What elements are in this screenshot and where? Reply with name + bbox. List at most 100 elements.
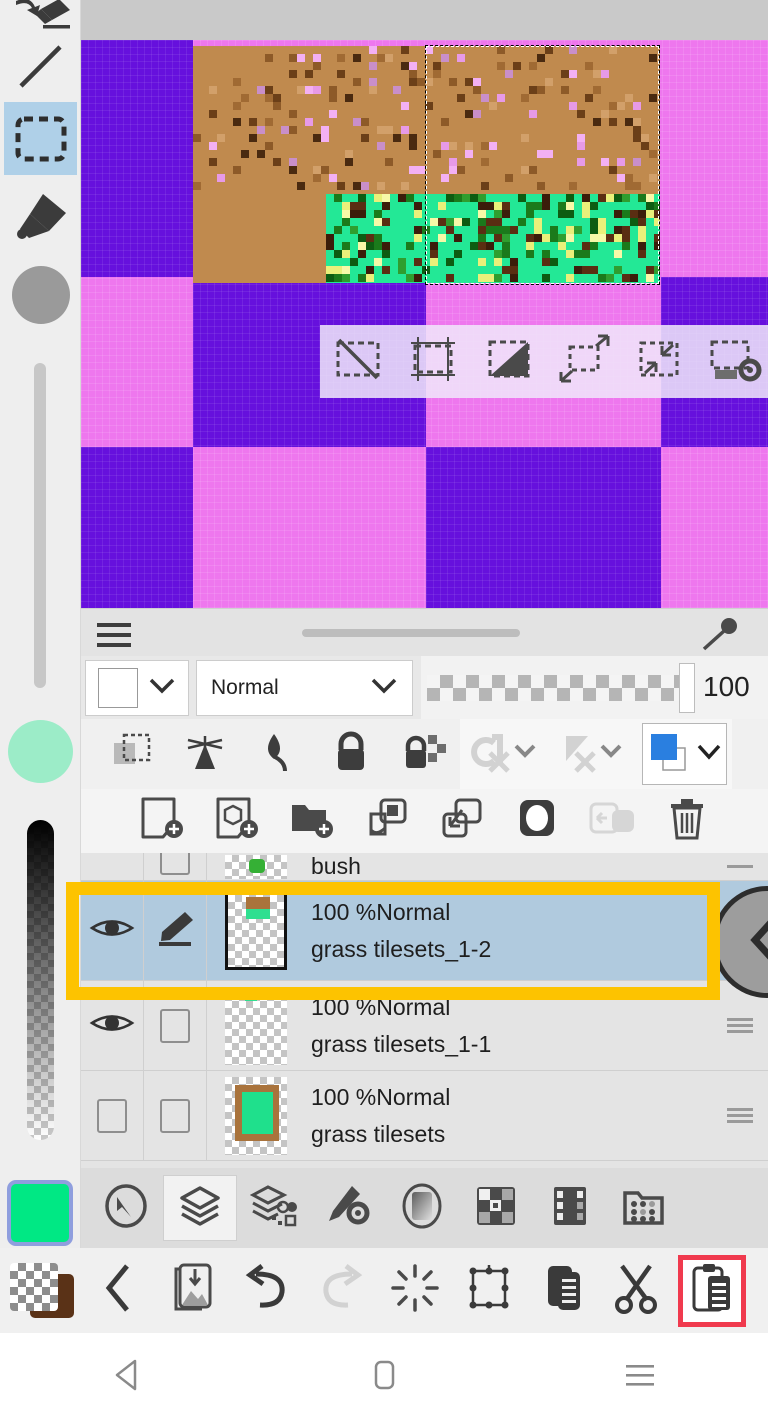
sidebar-item-marker-tool[interactable] — [4, 180, 77, 253]
blend-mode-select[interactable]: Normal — [196, 660, 413, 716]
layer-mask-button[interactable] — [500, 789, 575, 853]
layer-action-row — [81, 789, 768, 853]
opacity-control[interactable]: 100 — [421, 656, 768, 719]
layer-visibility-toggle[interactable] — [81, 881, 144, 980]
layers-effects-icon — [249, 1183, 298, 1234]
lock-icon — [330, 731, 372, 778]
layer-thumbnail[interactable] — [207, 881, 305, 980]
dashed-box-gear-icon — [707, 334, 765, 389]
layer-thumbnail[interactable] — [207, 981, 305, 1070]
layer-property-row — [81, 719, 768, 789]
clipping-button[interactable] — [95, 719, 168, 789]
invert-selection-button[interactable] — [471, 325, 547, 398]
spinner-button[interactable] — [378, 1248, 452, 1333]
opacity-slider-track[interactable] — [427, 675, 682, 701]
nav-home-button[interactable] — [324, 1333, 444, 1421]
tab-gallery[interactable] — [607, 1175, 681, 1241]
drawing-canvas[interactable] — [81, 0, 768, 608]
opacity-gradient-slider[interactable] — [27, 820, 54, 1140]
ruler-x-chevron-icon — [556, 731, 628, 778]
foreground-color-swatch[interactable] — [10, 1263, 58, 1311]
layer-drag-grip[interactable] — [712, 1071, 768, 1160]
layer-list[interactable]: bush 100 %Normal grass tilesets_1-2 100 … — [81, 853, 768, 1193]
layer-thumbnail[interactable] — [207, 853, 305, 880]
lock-layer-button[interactable] — [314, 719, 387, 789]
table-row[interactable]: 100 %Normal grass tilesets — [81, 1071, 768, 1161]
save-image-button[interactable] — [156, 1248, 230, 1333]
eyedropper-icon[interactable] — [698, 617, 742, 658]
layer-visibility-toggle[interactable] — [81, 853, 144, 880]
delete-layer-button[interactable] — [650, 789, 725, 853]
tab-layer-effects[interactable] — [237, 1175, 311, 1241]
table-row[interactable]: 100 %Normal grass tilesets_1-1 — [81, 981, 768, 1071]
panel-drag-handle[interactable] — [302, 629, 520, 637]
nav-recents-button[interactable] — [580, 1333, 700, 1421]
nav-back-button[interactable] — [68, 1333, 188, 1421]
tab-brush-settings[interactable] — [311, 1175, 385, 1241]
paste-button[interactable] — [678, 1254, 746, 1327]
layer-lock-toggle[interactable] — [144, 981, 207, 1070]
blend-mode-label: Normal — [211, 676, 279, 699]
add-folder-button[interactable] — [275, 789, 350, 853]
layer-visibility-toggle[interactable] — [81, 981, 144, 1070]
color-pair-swatch[interactable] — [0, 1248, 82, 1333]
layer-edit-indicator[interactable] — [144, 881, 207, 980]
copy-icon — [540, 1262, 586, 1319]
table-row[interactable]: bush — [81, 853, 768, 881]
canvas-checkerboard — [81, 40, 768, 608]
brush-size-preview[interactable] — [8, 720, 73, 783]
add-3d-layer-button[interactable] — [200, 789, 275, 853]
expand-selection-button[interactable] — [547, 325, 623, 398]
tab-filters[interactable] — [385, 1175, 459, 1241]
layer-merge-icon — [438, 796, 486, 847]
layer-color-select[interactable] — [85, 660, 189, 716]
tab-materials[interactable] — [459, 1175, 533, 1241]
selection-toolbar — [320, 325, 768, 398]
triangle-left-icon — [111, 1357, 145, 1398]
shrink-selection-button[interactable] — [622, 325, 698, 398]
checker-grid-icon — [473, 1183, 519, 1234]
ruler-off-button[interactable] — [548, 719, 636, 789]
transform-button[interactable] — [452, 1248, 526, 1333]
table-row[interactable]: 100 %Normal grass tilesets_1-2 — [81, 881, 768, 981]
add-layer-button[interactable] — [125, 789, 200, 853]
import-layer-button[interactable] — [575, 789, 650, 853]
undo-button[interactable] — [230, 1248, 304, 1333]
sidebar-item-selection-tool[interactable] — [4, 102, 77, 175]
draw-tool-button[interactable] — [241, 719, 314, 789]
layer-color-button[interactable] — [636, 719, 732, 789]
layer-name: grass tilesets_1-2 — [311, 935, 492, 962]
blue-square-chevron-icon — [646, 728, 694, 781]
layer-thumbnail[interactable] — [207, 1071, 305, 1160]
sidebar-item-brush-preview[interactable] — [4, 258, 77, 331]
layer-lock-toggle[interactable] — [144, 1071, 207, 1160]
cut-button[interactable] — [600, 1248, 674, 1333]
opacity-slider-thumb[interactable] — [679, 663, 695, 713]
layer-visibility-toggle[interactable] — [81, 1071, 144, 1160]
select-all-button[interactable] — [396, 325, 472, 398]
back-button[interactable] — [82, 1248, 156, 1333]
copy-button[interactable] — [526, 1248, 600, 1333]
selection-mask-button[interactable] — [460, 719, 548, 789]
selection-settings-button[interactable] — [698, 325, 768, 398]
sidebar-scrollbar[interactable] — [34, 363, 46, 688]
sidebar-item-line-tool[interactable] — [4, 30, 77, 103]
opacity-value: 100 — [703, 671, 750, 702]
tab-transform[interactable] — [89, 1175, 163, 1241]
merge-down-button[interactable] — [425, 789, 500, 853]
lock-alpha-button[interactable] — [387, 719, 460, 789]
hamburger-icon[interactable] — [97, 622, 137, 653]
alpha-lock-button[interactable] — [168, 719, 241, 789]
tab-frames[interactable] — [533, 1175, 607, 1241]
layer-meta: 100 %Normal — [311, 993, 451, 1020]
tab-layers[interactable] — [163, 1175, 237, 1241]
deselect-button[interactable] — [320, 325, 396, 398]
duplicate-layer-button[interactable] — [350, 789, 425, 853]
pencil-icon — [153, 908, 197, 953]
cursor-oval-icon — [103, 1183, 149, 1234]
layer-name: grass tilesets_1-1 — [311, 1030, 492, 1057]
layer-lock-toggle[interactable] — [144, 853, 207, 880]
layer-drag-grip[interactable] — [712, 853, 768, 880]
redo-button[interactable] — [304, 1248, 378, 1333]
current-color-swatch[interactable] — [7, 1180, 73, 1246]
